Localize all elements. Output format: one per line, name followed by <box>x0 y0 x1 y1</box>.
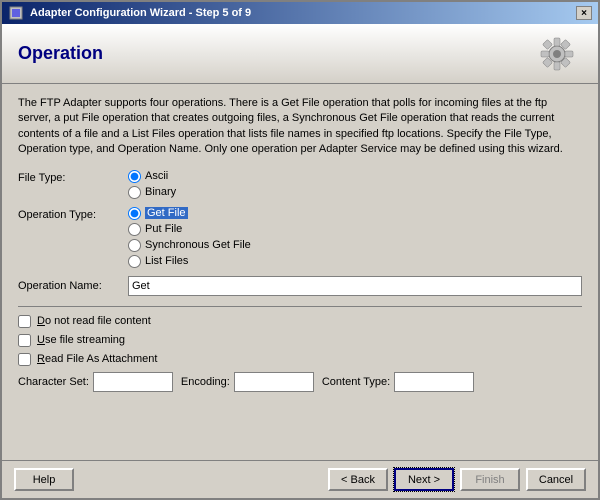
file-streaming-label: Use file streaming <box>37 334 125 346</box>
footer: Help < Back Next > Finish Cancel <box>2 460 598 498</box>
put-file-label: Put File <box>145 223 182 235</box>
character-set-input[interactable] <box>93 372 173 392</box>
separator <box>18 306 582 307</box>
file-type-radio-group: Ascii Binary <box>128 170 176 199</box>
operation-name-label: Operation Name: <box>18 280 128 292</box>
content-type-label: Content Type: <box>322 376 390 388</box>
content-type-input[interactable] <box>394 372 474 392</box>
radio-sync-get-file[interactable]: Synchronous Get File <box>128 239 251 252</box>
encoding-label: Encoding: <box>181 376 230 388</box>
operation-name-row: Operation Name: <box>18 276 582 296</box>
character-set-label: Character Set: <box>18 376 89 388</box>
put-file-radio[interactable] <box>128 223 141 236</box>
content-area: The FTP Adapter supports four operations… <box>2 84 598 460</box>
ascii-radio[interactable] <box>128 170 141 183</box>
radio-ascii[interactable]: Ascii <box>128 170 176 183</box>
content-type-field: Content Type: <box>322 372 474 392</box>
character-set-field: Character Set: <box>18 372 173 392</box>
operation-name-input[interactable] <box>128 276 582 296</box>
binary-label: Binary <box>145 186 176 198</box>
footer-right: < Back Next > Finish Cancel <box>328 468 586 491</box>
gear-icon <box>532 29 582 79</box>
sync-get-file-label: Synchronous Get File <box>145 239 251 251</box>
operation-type-radio-group: Get File Put File Synchronous Get File L… <box>128 207 251 268</box>
list-files-radio[interactable] <box>128 255 141 268</box>
file-type-label: File Type: <box>18 170 128 184</box>
checkbox-file-streaming[interactable]: Use file streaming <box>18 334 582 347</box>
encoding-field: Encoding: <box>181 372 314 392</box>
list-files-label: List Files <box>145 255 188 267</box>
radio-get-file[interactable]: Get File <box>128 207 251 220</box>
no-read-content-checkbox[interactable] <box>18 315 31 328</box>
bottom-fields-row: Character Set: Encoding: Content Type: <box>18 372 582 392</box>
binary-radio[interactable] <box>128 186 141 199</box>
file-streaming-checkbox[interactable] <box>18 334 31 347</box>
description-text: The FTP Adapter supports four operations… <box>18 96 582 158</box>
no-read-content-label: Do not read file content <box>37 315 151 327</box>
radio-list-files[interactable]: List Files <box>128 255 251 268</box>
operation-type-row: Operation Type: Get File Put File Synchr… <box>18 207 582 268</box>
window-icon <box>8 5 24 21</box>
operation-type-label: Operation Type: <box>18 207 128 221</box>
radio-put-file[interactable]: Put File <box>128 223 251 236</box>
window-title: Adapter Configuration Wizard - Step 5 of… <box>30 7 251 19</box>
cancel-button[interactable]: Cancel <box>526 468 586 491</box>
close-button[interactable]: × <box>576 6 592 20</box>
read-as-attachment-checkbox[interactable] <box>18 353 31 366</box>
back-button[interactable]: < Back <box>328 468 388 491</box>
read-as-attachment-label: Read File As Attachment <box>37 353 157 365</box>
get-file-radio[interactable] <box>128 207 141 220</box>
radio-binary[interactable]: Binary <box>128 186 176 199</box>
checkbox-no-read-content[interactable]: Do not read file content <box>18 315 582 328</box>
title-bar: Adapter Configuration Wizard - Step 5 of… <box>2 2 598 24</box>
header-banner: Operation <box>2 24 598 84</box>
next-button[interactable]: Next > <box>394 468 454 491</box>
wizard-window: Adapter Configuration Wizard - Step 5 of… <box>0 0 600 500</box>
footer-left: Help <box>14 468 74 491</box>
ascii-label: Ascii <box>145 170 168 182</box>
finish-button[interactable]: Finish <box>460 468 520 491</box>
encoding-input[interactable] <box>234 372 314 392</box>
get-file-label: Get File <box>145 207 188 219</box>
help-button[interactable]: Help <box>14 468 74 491</box>
sync-get-file-radio[interactable] <box>128 239 141 252</box>
file-type-row: File Type: Ascii Binary <box>18 170 582 199</box>
page-title: Operation <box>18 43 103 64</box>
checkbox-read-as-attachment[interactable]: Read File As Attachment <box>18 353 582 366</box>
